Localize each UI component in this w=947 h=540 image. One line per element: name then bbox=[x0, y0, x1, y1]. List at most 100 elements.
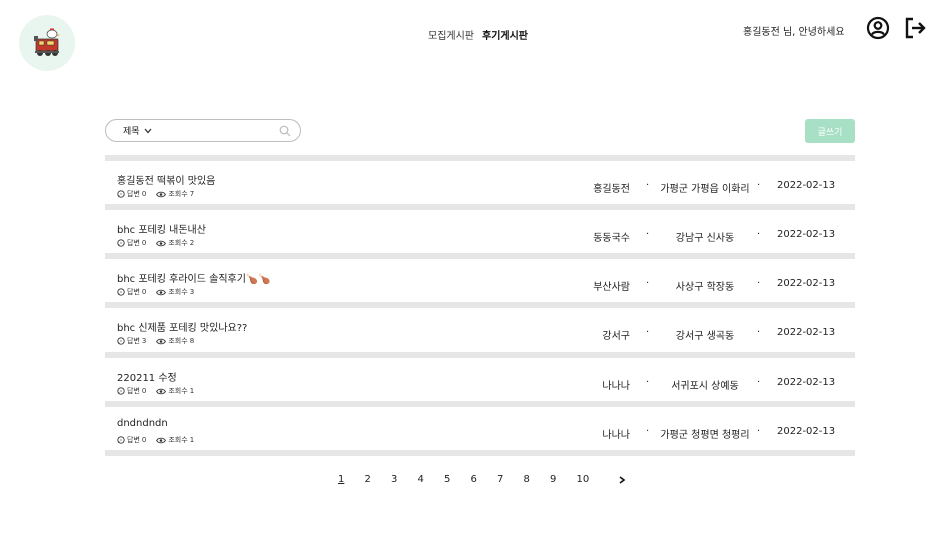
views-count: 7 bbox=[189, 190, 195, 198]
post-meta: 답변 0 조회수 3 bbox=[117, 287, 200, 297]
separator-dot: · bbox=[646, 377, 650, 388]
post-meta: 답변 0 조회수 1 bbox=[117, 386, 200, 396]
answers-label: 답변 bbox=[127, 239, 140, 247]
post-author: 나나나 bbox=[602, 381, 630, 392]
tab-review-board[interactable]: 후기게시판 bbox=[482, 27, 528, 42]
views-label: 조회수 bbox=[168, 288, 188, 296]
pagination: 1 2 3 4 5 6 7 8 9 10 bbox=[338, 474, 627, 485]
comment-icon bbox=[117, 387, 125, 395]
page-link[interactable]: 4 bbox=[418, 474, 445, 485]
page-link[interactable]: 6 bbox=[471, 474, 498, 485]
eye-icon bbox=[156, 191, 167, 197]
answers-count: 0 bbox=[141, 239, 147, 247]
answers-count: 0 bbox=[141, 288, 147, 296]
answers-count: 0 bbox=[141, 190, 147, 198]
post-location: 서귀포시 상예동 bbox=[671, 381, 739, 392]
answers-label: 답변 bbox=[127, 337, 140, 345]
post-author: 강서구 bbox=[602, 331, 630, 342]
separator-dot: · bbox=[646, 180, 650, 191]
post-title[interactable]: bhc 포테킹 내돈내산 bbox=[117, 221, 206, 236]
post-author: 동동국수 bbox=[593, 233, 630, 244]
page-link[interactable]: 3 bbox=[391, 474, 418, 485]
tab-recruit-board[interactable]: 모집게시판 bbox=[428, 27, 474, 42]
views-count: 3 bbox=[189, 288, 195, 296]
eye-icon bbox=[156, 289, 167, 295]
views-label: 조회수 bbox=[168, 239, 188, 247]
search-input[interactable] bbox=[166, 122, 276, 139]
page-link[interactable]: 8 bbox=[524, 474, 551, 485]
page-link[interactable]: 1 bbox=[338, 474, 365, 485]
post-meta: 답변 0 조회수 7 bbox=[117, 189, 200, 199]
page-link[interactable]: 9 bbox=[550, 474, 577, 485]
logo-train-icon[interactable] bbox=[19, 15, 75, 71]
post-location: 가평군 청평면 청평리 bbox=[660, 430, 750, 441]
post-title[interactable]: bhc 포테킹 후라이드 솔직후기🍗🍗 bbox=[117, 270, 271, 285]
logout-icon[interactable] bbox=[903, 16, 927, 40]
post-author: 나나나 bbox=[602, 430, 630, 441]
post-author: 홍길동전 bbox=[593, 184, 630, 195]
page-link[interactable]: 2 bbox=[365, 474, 392, 485]
comment-icon bbox=[117, 288, 125, 296]
comment-icon bbox=[117, 337, 125, 345]
search-type-select[interactable]: 제목 bbox=[123, 124, 152, 137]
separator-dot: · bbox=[757, 229, 761, 240]
post-location: 강남구 신사동 bbox=[675, 233, 735, 244]
search-bar: 제목 bbox=[105, 119, 301, 142]
separator-dot: · bbox=[757, 426, 761, 437]
answers-label: 답변 bbox=[127, 436, 140, 444]
comment-icon bbox=[117, 239, 125, 247]
post-row[interactable]: bhc 포테킹 내돈내산답변 0 조회수 2 동동국수 · 강남구 신사동 · 2022-02-… bbox=[105, 210, 855, 252]
views-label: 조회수 bbox=[168, 436, 188, 444]
separator-dot: · bbox=[646, 426, 650, 437]
answers-count: 0 bbox=[141, 387, 147, 395]
answers-count: 0 bbox=[141, 436, 147, 444]
row-divider bbox=[105, 450, 855, 456]
post-title[interactable]: 홍길동전 떡볶이 맛있음 bbox=[117, 172, 215, 187]
user-profile-icon[interactable] bbox=[866, 16, 890, 40]
answers-label: 답변 bbox=[127, 387, 140, 395]
post-location: 가평군 가평읍 이화리 bbox=[660, 184, 750, 195]
views-count: 8 bbox=[189, 337, 195, 345]
post-row[interactable]: bhc 포테킹 후라이드 솔직후기🍗🍗 답변 0 조회수 3 부산사람 · 사상구 학장동 · 2… bbox=[105, 259, 855, 301]
board-nav: 모집게시판 후기게시판 bbox=[428, 27, 528, 42]
post-meta: 답변 3 조회수 8 bbox=[117, 336, 200, 346]
page-link[interactable]: 7 bbox=[497, 474, 524, 485]
views-label: 조회수 bbox=[168, 387, 188, 395]
post-location: 강서구 생곡동 bbox=[675, 331, 735, 342]
post-date: 2022-02-13 bbox=[777, 180, 836, 191]
post-title[interactable]: dndndndn bbox=[117, 418, 168, 429]
search-type-value: 제목 bbox=[123, 127, 140, 137]
post-row[interactable]: 홍길동전 떡볶이 맛있음답변 0 조회수 7 홍길동전 · 가평군 가평읍 이화리 · 2022… bbox=[105, 161, 855, 203]
answers-label: 답변 bbox=[127, 190, 140, 198]
separator-dot: · bbox=[757, 180, 761, 191]
post-row[interactable]: bhc 신제품 포테킹 맛있나요?? 답변 3 조회수 8 강서구 · 강서구 생곡동 · 202… bbox=[105, 308, 855, 350]
separator-dot: · bbox=[646, 327, 650, 338]
write-button[interactable]: 글쓰기 bbox=[805, 119, 855, 143]
post-row[interactable]: dndndndn 답변 0 조회수 1 나나나 · 가평군 청평면 청평리 · 2022-02-1… bbox=[105, 407, 855, 449]
page-link[interactable]: 5 bbox=[444, 474, 471, 485]
post-row[interactable]: 220211 수정 답변 0 조회수 1 나나나 · 서귀포시 상예동 · 2022-02-13 bbox=[105, 358, 855, 400]
chevron-down-icon bbox=[144, 128, 152, 133]
chevron-right-icon[interactable] bbox=[617, 475, 627, 485]
post-meta: 답변 0 조회수 2 bbox=[117, 238, 200, 248]
separator-dot: · bbox=[757, 327, 761, 338]
post-date: 2022-02-13 bbox=[777, 229, 836, 240]
views-label: 조회수 bbox=[168, 190, 188, 198]
comment-icon bbox=[117, 436, 125, 444]
separator-dot: · bbox=[646, 278, 650, 289]
post-location: 사상구 학장동 bbox=[675, 282, 735, 293]
page-link[interactable]: 10 bbox=[577, 474, 613, 485]
eye-icon bbox=[156, 388, 167, 394]
views-count: 2 bbox=[189, 239, 195, 247]
views-count: 1 bbox=[189, 436, 195, 444]
comment-icon bbox=[117, 190, 125, 198]
post-meta: 답변 0 조회수 1 bbox=[117, 435, 200, 445]
post-title[interactable]: 220211 수정 bbox=[117, 369, 177, 384]
eye-icon bbox=[156, 338, 167, 344]
separator-dot: · bbox=[646, 229, 650, 240]
post-author: 부산사람 bbox=[593, 282, 630, 293]
eye-icon bbox=[156, 240, 167, 246]
post-title[interactable]: bhc 신제품 포테킹 맛있나요?? bbox=[117, 319, 247, 334]
search-icon[interactable] bbox=[279, 125, 291, 137]
post-date: 2022-02-13 bbox=[777, 278, 836, 289]
